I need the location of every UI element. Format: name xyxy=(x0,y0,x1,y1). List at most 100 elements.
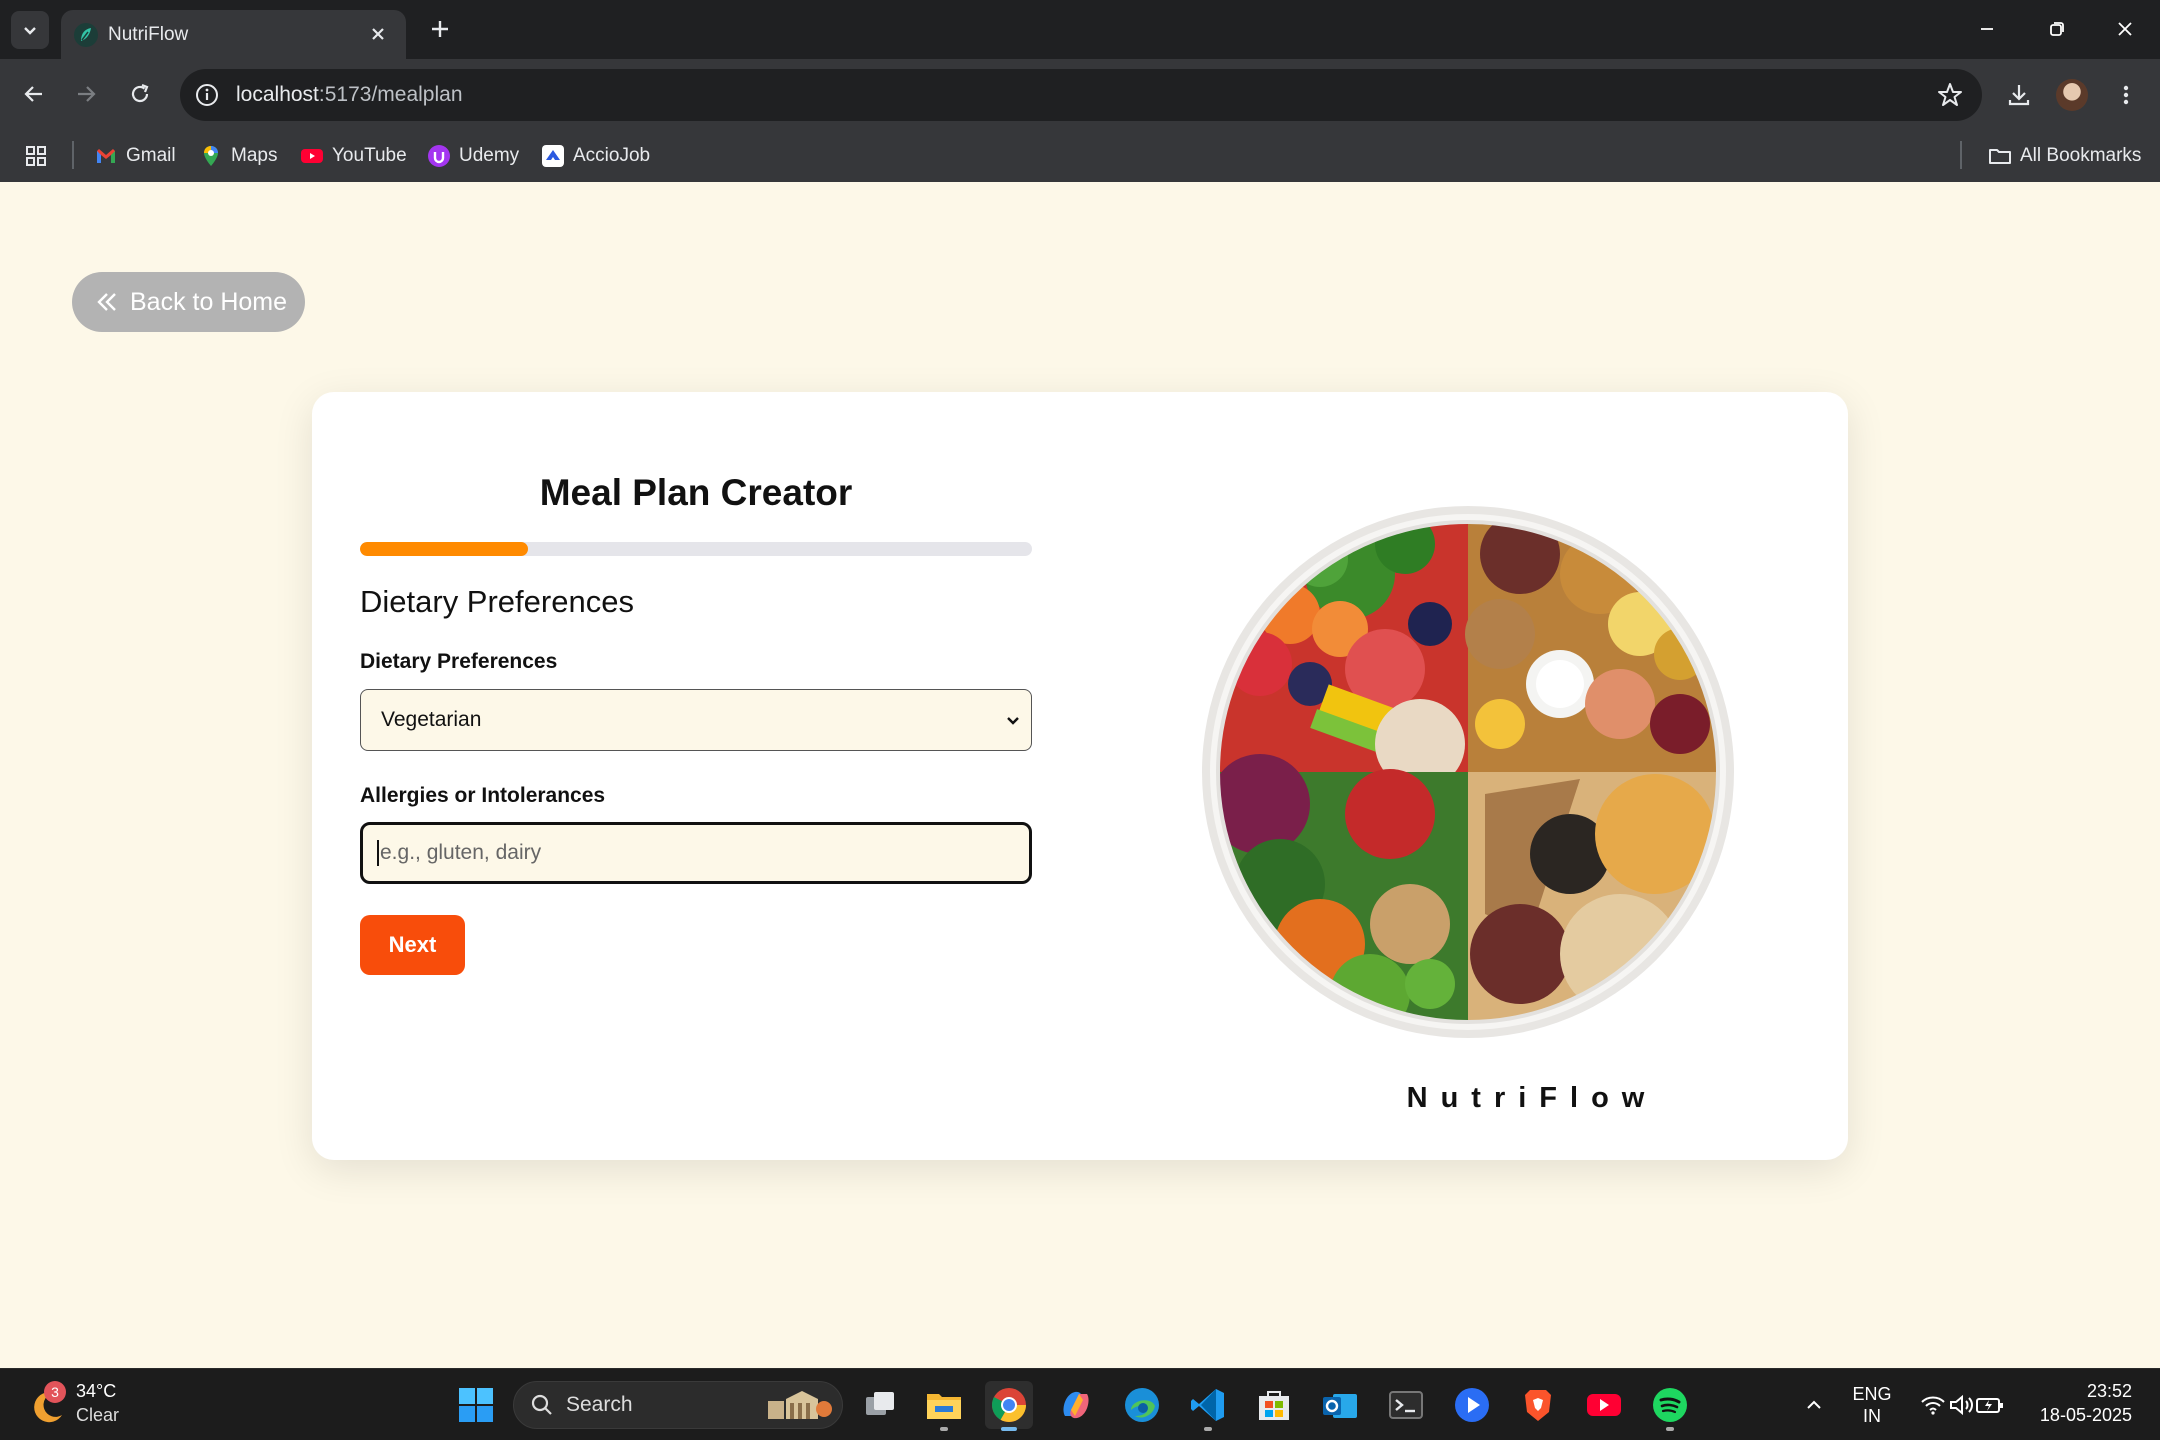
microsoft-store-app[interactable] xyxy=(1250,1381,1298,1429)
show-hidden-icons-button[interactable] xyxy=(1790,1381,1838,1429)
spotify-icon xyxy=(1653,1388,1687,1422)
media-player-app[interactable] xyxy=(1448,1381,1496,1429)
running-indicator xyxy=(1001,1427,1017,1431)
vscode-app[interactable] xyxy=(1184,1381,1232,1431)
dietary-preferences-label: Dietary Preferences xyxy=(360,650,558,673)
search-icon xyxy=(531,1394,552,1415)
download-icon xyxy=(2008,85,2030,106)
youtube-icon xyxy=(301,149,323,163)
arrow-right-icon xyxy=(78,86,96,102)
bookmark-label: AccioJob xyxy=(573,145,651,166)
copilot-app[interactable] xyxy=(1052,1381,1100,1429)
reload-button[interactable] xyxy=(122,76,158,112)
bookmark-label: Maps xyxy=(231,145,278,166)
downloads-button[interactable] xyxy=(1999,75,2039,115)
region-code: IN xyxy=(1863,1406,1881,1426)
chevron-down-icon xyxy=(1007,717,1019,725)
allergies-input[interactable]: e.g., gluten, dairy xyxy=(360,822,1032,884)
bookmark-acciojob[interactable]: AccioJob xyxy=(541,141,650,171)
url-text: localhost:5173/mealplan xyxy=(236,81,463,109)
language-indicator[interactable]: ENG IN xyxy=(1846,1383,1898,1427)
chrome-icon xyxy=(992,1388,1026,1422)
bookmark-label: Udemy xyxy=(459,145,520,166)
bookmark-gmail[interactable]: Gmail xyxy=(94,141,176,171)
brave-icon xyxy=(1525,1390,1551,1421)
gmail-icon xyxy=(97,149,115,163)
minimize-button[interactable] xyxy=(1962,6,2012,52)
close-icon xyxy=(372,28,384,40)
browser-toolbar: localhost:5173/mealplan xyxy=(0,59,2160,129)
brave-app[interactable] xyxy=(1514,1381,1562,1429)
browser-menu-button[interactable] xyxy=(2106,75,2146,115)
bookmark-star-icon[interactable] xyxy=(1936,81,1964,109)
task-view-icon xyxy=(866,1392,894,1415)
nutriflow-favicon-icon xyxy=(74,23,98,47)
bookmark-youtube[interactable]: YouTube xyxy=(300,141,407,171)
quick-settings-button[interactable] xyxy=(1904,1381,2020,1429)
allergies-placeholder: e.g., gluten, dairy xyxy=(380,841,542,864)
bookmarks-bar: Gmail Maps YouTube Udemy AccioJob All Bo… xyxy=(0,129,2160,182)
weather-temperature: 34°C xyxy=(76,1381,117,1401)
address-bar[interactable]: localhost:5173/mealplan xyxy=(180,69,1982,121)
system-clock[interactable]: 23:52 18-05-2025 xyxy=(2040,1379,2132,1427)
all-bookmarks-button[interactable]: All Bookmarks xyxy=(1988,141,2141,171)
folder-icon xyxy=(927,1394,961,1419)
taskbar-search[interactable]: Search xyxy=(513,1381,843,1429)
chevron-down-icon xyxy=(24,27,36,35)
apps-button[interactable] xyxy=(24,141,48,171)
forward-nav-button[interactable] xyxy=(68,76,104,112)
tab-title: NutriFlow xyxy=(108,24,189,45)
text-caret xyxy=(377,840,379,866)
chevron-up-icon xyxy=(1807,1400,1821,1409)
youtube-app[interactable] xyxy=(1580,1381,1628,1429)
restore-icon xyxy=(2050,22,2064,36)
double-chevron-left-icon xyxy=(97,293,116,311)
bookmarks-divider xyxy=(1960,141,1962,169)
restore-button[interactable] xyxy=(2032,6,2082,52)
clock-date: 18-05-2025 xyxy=(2039,1405,2132,1425)
running-indicator xyxy=(940,1427,948,1431)
terminal-app[interactable] xyxy=(1382,1381,1430,1429)
task-view-button[interactable] xyxy=(856,1381,904,1429)
outlook-app[interactable] xyxy=(1316,1381,1364,1429)
tab-search-button[interactable] xyxy=(11,11,49,49)
spotify-app[interactable] xyxy=(1646,1381,1694,1431)
tab-close-button[interactable] xyxy=(364,20,392,48)
running-indicator xyxy=(1666,1427,1674,1431)
back-nav-button[interactable] xyxy=(16,76,52,112)
chrome-app[interactable] xyxy=(985,1381,1033,1431)
brand-name: NutriFlow xyxy=(1406,1082,1658,1114)
minimize-icon xyxy=(1981,28,1993,30)
close-icon xyxy=(2118,22,2132,36)
avatar xyxy=(2056,79,2088,111)
back-to-home-label: Back to Home xyxy=(130,287,288,316)
meal-plan-card: Meal Plan Creator Dietary Preferences Di… xyxy=(312,392,1848,1160)
acciojob-icon xyxy=(542,145,564,167)
site-info-icon[interactable] xyxy=(193,81,221,109)
bookmark-maps[interactable]: Maps xyxy=(199,141,277,171)
page-title: Meal Plan Creator xyxy=(539,472,853,513)
section-title: Dietary Preferences xyxy=(360,584,634,619)
next-button[interactable]: Next xyxy=(360,915,465,975)
weather-condition: Clear xyxy=(76,1405,120,1425)
progress-bar-fill xyxy=(360,542,528,556)
bookmark-udemy[interactable]: Udemy xyxy=(427,141,519,171)
file-explorer-app[interactable] xyxy=(920,1381,968,1431)
language-code: ENG xyxy=(1852,1384,1892,1404)
profile-button[interactable] xyxy=(2052,75,2092,115)
bookmark-label: YouTube xyxy=(332,145,407,166)
windows-logo-icon xyxy=(459,1388,493,1422)
volume-icon xyxy=(1950,1394,1973,1416)
close-window-button[interactable] xyxy=(2100,6,2150,52)
weather-widget[interactable]: 3 34°C Clear xyxy=(28,1379,168,1433)
active-tab[interactable]: NutriFlow xyxy=(61,10,406,59)
start-button[interactable] xyxy=(452,1381,500,1429)
copilot-icon xyxy=(1063,1391,1089,1419)
arrow-left-icon xyxy=(24,86,42,102)
back-to-home-button[interactable]: Back to Home xyxy=(72,272,305,332)
progress-bar xyxy=(360,542,1032,556)
new-tab-button[interactable] xyxy=(424,13,456,45)
edge-app[interactable] xyxy=(1118,1381,1166,1429)
bookmark-label: Gmail xyxy=(126,145,176,166)
dietary-preferences-select[interactable]: Vegetarian xyxy=(360,689,1032,751)
